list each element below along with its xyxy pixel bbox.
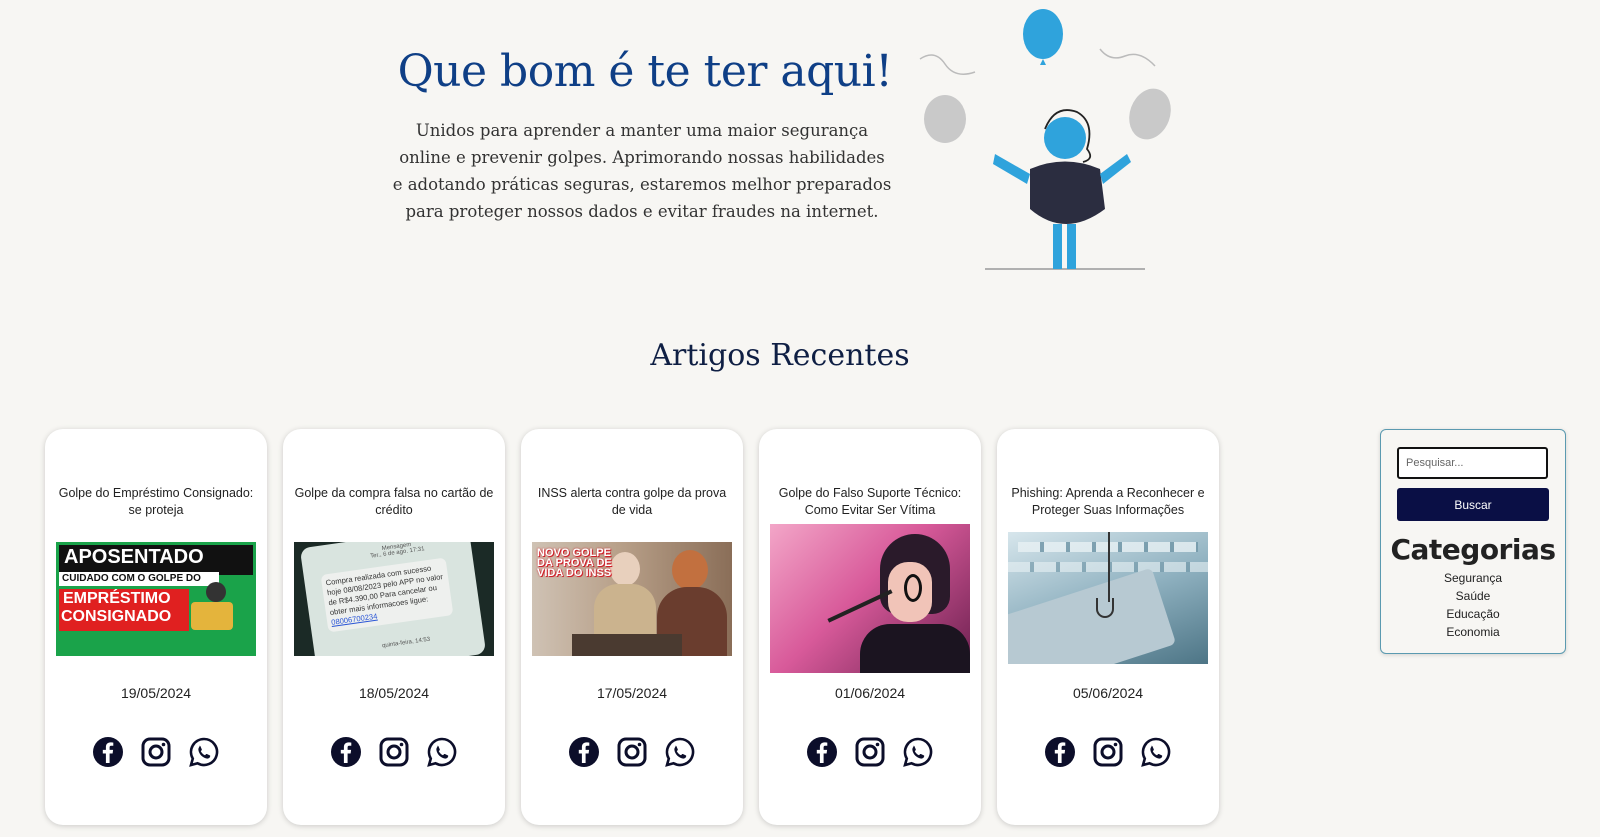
search-input[interactable]: [1397, 447, 1548, 479]
facebook-icon[interactable]: [330, 736, 362, 768]
facebook-icon[interactable]: [92, 736, 124, 768]
share-buttons: [283, 736, 505, 768]
hero-text: Unidos para aprender a manter uma maior …: [392, 121, 892, 221]
section-title: Artigos Recentes: [650, 338, 910, 373]
whatsapp-icon[interactable]: [664, 736, 696, 768]
category-link-educacao[interactable]: Educação: [1381, 605, 1565, 623]
instagram-icon[interactable]: [854, 736, 886, 768]
article-title[interactable]: Golpe do Empréstimo Consignado: se prote…: [55, 485, 257, 519]
category-link-economia[interactable]: Economia: [1381, 623, 1565, 641]
whatsapp-icon[interactable]: [1140, 736, 1172, 768]
article-date: 17/05/2024: [596, 685, 668, 701]
instagram-icon[interactable]: [378, 736, 410, 768]
category-link-saude[interactable]: Saúde: [1381, 587, 1565, 605]
facebook-icon[interactable]: [568, 736, 600, 768]
instagram-icon[interactable]: [140, 736, 172, 768]
share-buttons: [45, 736, 267, 768]
share-buttons: [521, 736, 743, 768]
article-image[interactable]: Mensagem Ter., 6 de ago. 17:31 Compra re…: [294, 542, 494, 656]
share-buttons: [759, 736, 981, 768]
image-text: EMPRÉSTIMO: [63, 590, 171, 607]
whatsapp-icon[interactable]: [902, 736, 934, 768]
article-image[interactable]: APOSENTADO CUIDADO COM O GOLPE DO EMPRÉS…: [56, 542, 256, 656]
sidebar: Buscar Categorias Segurança Saúde Educaç…: [1380, 429, 1566, 654]
article-date: 01/06/2024: [834, 685, 906, 701]
categories-list: Segurança Saúde Educação Economia: [1381, 569, 1565, 641]
image-text: NOVO GOLPE DA PROVA DE VIDA DO INSS: [537, 547, 612, 579]
article-image[interactable]: [770, 524, 970, 673]
article-title[interactable]: INSS alerta contra golpe da prova de vid…: [531, 485, 733, 519]
article-card[interactable]: INSS alerta contra golpe da prova de vid…: [521, 429, 743, 825]
article-card[interactable]: Golpe do Falso Suporte Técnico: Como Evi…: [759, 429, 981, 825]
article-date: 05/06/2024: [1072, 685, 1144, 701]
whatsapp-icon[interactable]: [188, 736, 220, 768]
article-card[interactable]: Phishing: Aprenda a Reconhecer e Protege…: [997, 429, 1219, 825]
categories-title: Categorias: [1390, 533, 1556, 566]
instagram-icon[interactable]: [616, 736, 648, 768]
article-image[interactable]: [1008, 532, 1208, 664]
share-buttons: [997, 736, 1219, 768]
article-card[interactable]: Golpe do Empréstimo Consignado: se prote…: [45, 429, 267, 825]
article-title[interactable]: Golpe da compra falsa no cartão de crédi…: [293, 485, 495, 519]
facebook-icon[interactable]: [806, 736, 838, 768]
image-text: APOSENTADO: [64, 546, 204, 568]
article-title[interactable]: Golpe do Falso Suporte Técnico: Como Evi…: [769, 485, 971, 519]
whatsapp-icon[interactable]: [426, 736, 458, 768]
image-text: CONSIGNADO: [61, 608, 172, 625]
hero-title: Que bom é te ter aqui!: [397, 46, 893, 97]
category-link-seguranca[interactable]: Segurança: [1381, 569, 1565, 587]
search-button[interactable]: Buscar: [1397, 488, 1549, 521]
instagram-icon[interactable]: [1092, 736, 1124, 768]
image-text: CUIDADO COM O GOLPE DO: [62, 573, 201, 584]
article-date: 18/05/2024: [358, 685, 430, 701]
juggling-person-illustration: [919, 9, 1171, 270]
facebook-icon[interactable]: [1044, 736, 1076, 768]
article-image[interactable]: NOVO GOLPE DA PROVA DE VIDA DO INSS: [532, 542, 732, 656]
article-title[interactable]: Phishing: Aprenda a Reconhecer e Protege…: [1007, 485, 1209, 519]
article-date: 19/05/2024: [120, 685, 192, 701]
article-card[interactable]: Golpe da compra falsa no cartão de crédi…: [283, 429, 505, 825]
